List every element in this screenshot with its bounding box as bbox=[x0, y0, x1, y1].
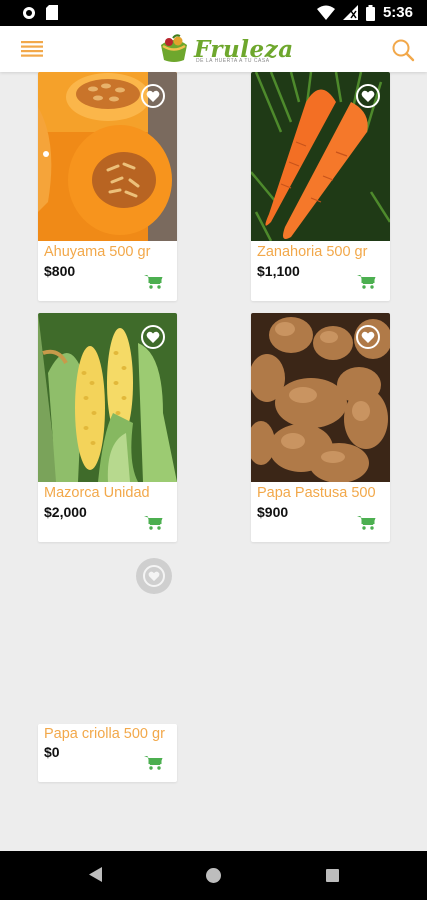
product-name: Ahuyama 500 gr bbox=[44, 244, 151, 260]
add-to-cart-button[interactable] bbox=[144, 515, 163, 530]
loading-indicator bbox=[136, 558, 172, 594]
product-card[interactable]: Zanahoria 500 gr $1,100 bbox=[251, 72, 390, 301]
product-price: $900 bbox=[257, 504, 289, 520]
heart-icon bbox=[148, 571, 160, 581]
product-name: Zanahoria 500 gr bbox=[257, 244, 368, 260]
product-name: Papa criolla 500 gr bbox=[44, 726, 165, 742]
logo-tagline: DE LA HUERTA A TU CASA bbox=[196, 58, 270, 64]
heart-icon bbox=[146, 90, 160, 102]
search-icon bbox=[392, 39, 415, 62]
product-card[interactable]: Papa criolla 500 gr $0 bbox=[38, 724, 177, 782]
wifi-icon bbox=[316, 5, 335, 20]
product-price: $2,000 bbox=[44, 504, 87, 520]
recent-apps-button[interactable] bbox=[326, 869, 339, 882]
app-bar: Fruleza DE LA HUERTA A TU CASA bbox=[0, 26, 427, 72]
home-button[interactable] bbox=[206, 868, 221, 883]
favorite-button[interactable] bbox=[141, 325, 165, 349]
menu-button[interactable] bbox=[20, 38, 46, 60]
status-time: 5:36 bbox=[382, 4, 413, 21]
search-button[interactable] bbox=[391, 38, 415, 62]
add-to-cart-button[interactable] bbox=[357, 515, 376, 530]
back-triangle-icon bbox=[89, 867, 102, 882]
app-logo: Fruleza DE LA HUERTA A TU CASA bbox=[158, 31, 294, 67]
sim-card-icon bbox=[46, 5, 58, 20]
add-to-cart-button[interactable] bbox=[357, 274, 376, 289]
fruit-basket-logo-icon bbox=[161, 34, 187, 62]
heart-icon bbox=[361, 331, 375, 343]
back-button[interactable] bbox=[89, 867, 102, 887]
product-price: $0 bbox=[44, 744, 60, 760]
cart-icon bbox=[144, 275, 163, 289]
product-price: $1,100 bbox=[257, 263, 300, 279]
product-price: $800 bbox=[44, 263, 76, 279]
system-navigation-bar bbox=[0, 851, 427, 900]
product-name: Papa Pastusa 500 bbox=[257, 485, 376, 501]
add-to-cart-button[interactable] bbox=[144, 274, 163, 289]
favorite-button[interactable] bbox=[141, 84, 165, 108]
battery-icon bbox=[365, 4, 375, 21]
cart-icon bbox=[357, 516, 376, 530]
favorite-button[interactable] bbox=[356, 84, 380, 108]
favorite-button[interactable] bbox=[356, 325, 380, 349]
cart-icon bbox=[144, 516, 163, 530]
notification-dot-icon bbox=[23, 6, 35, 19]
product-card[interactable]: Ahuyama 500 gr $800 bbox=[38, 72, 177, 301]
product-card[interactable]: Mazorca Unidad $2,000 bbox=[38, 313, 177, 542]
heart-icon bbox=[146, 331, 160, 343]
add-to-cart-button[interactable] bbox=[144, 755, 163, 770]
product-card[interactable]: Papa Pastusa 500 $900 bbox=[251, 313, 390, 542]
signal-icon bbox=[342, 5, 358, 20]
hamburger-menu-icon bbox=[21, 41, 43, 57]
product-name: Mazorca Unidad bbox=[44, 485, 150, 501]
cart-icon bbox=[144, 756, 163, 770]
cart-icon bbox=[357, 275, 376, 289]
heart-icon bbox=[361, 90, 375, 102]
loader-ring bbox=[143, 565, 165, 587]
status-bar: 5:36 bbox=[0, 0, 427, 26]
